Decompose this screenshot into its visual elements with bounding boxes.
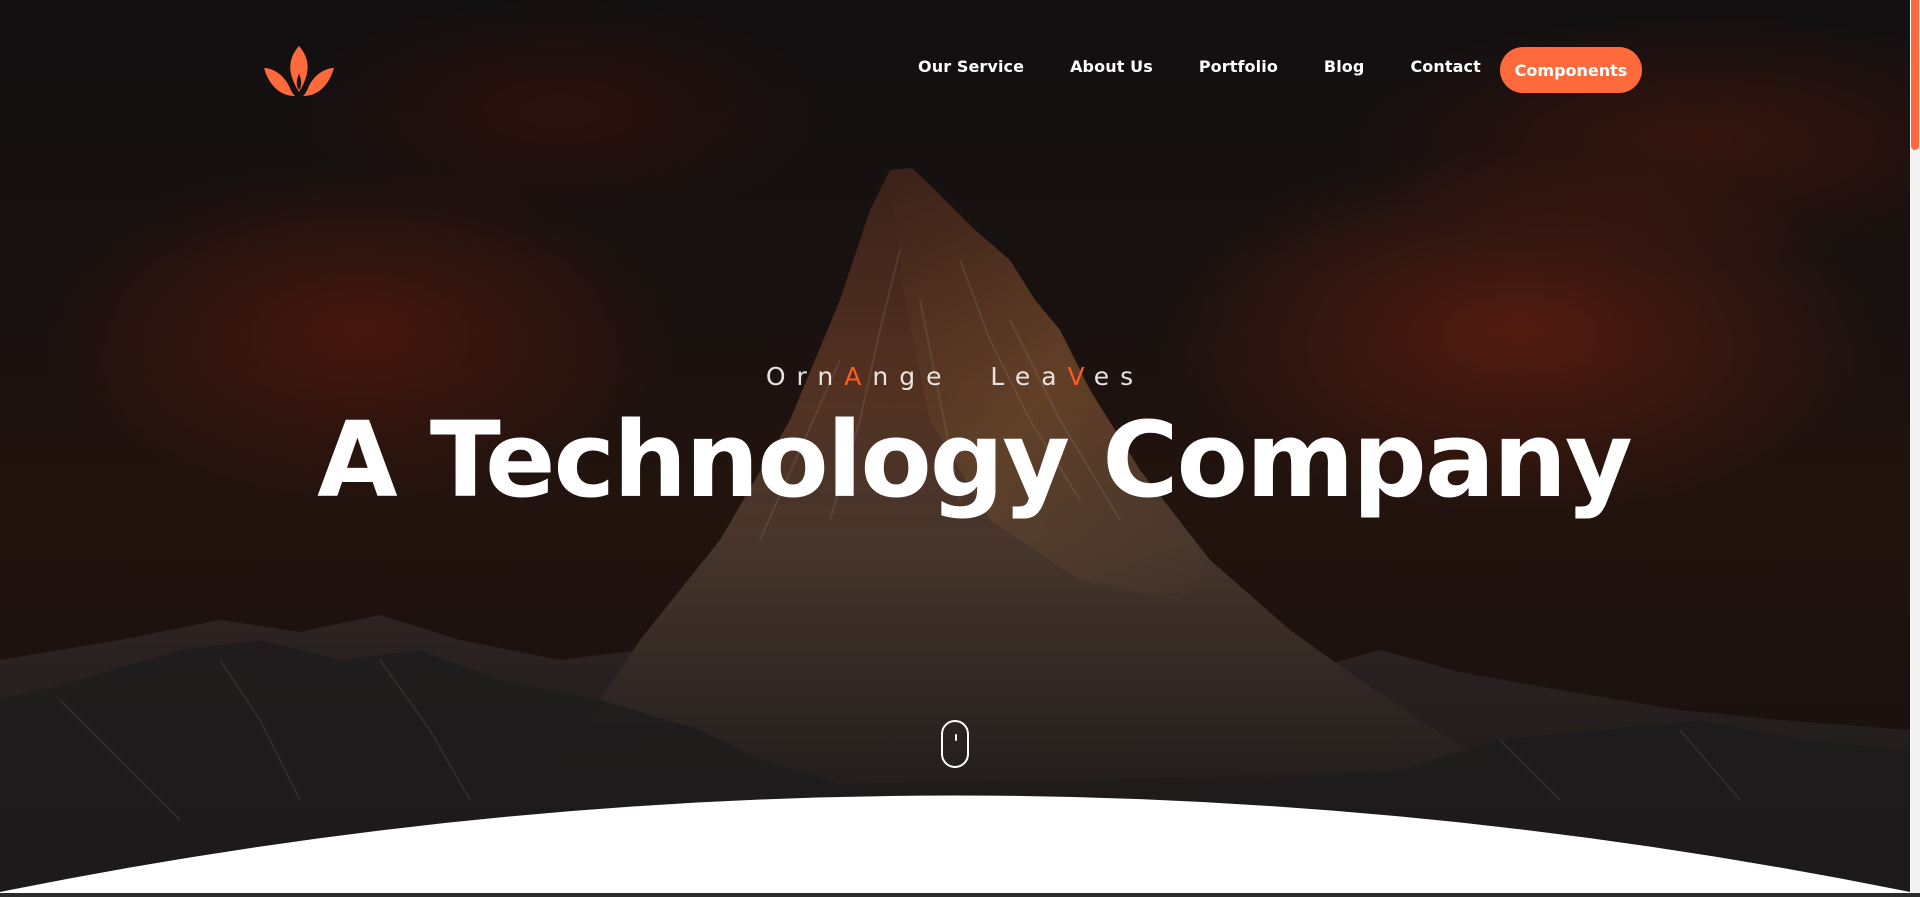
tagline-part: Orn xyxy=(765,362,845,391)
lotus-icon[interactable] xyxy=(262,44,336,98)
scrollbar-thumb[interactable] xyxy=(1911,0,1919,150)
nav-item-portfolio[interactable]: Portfolio xyxy=(1199,57,1278,76)
nav-item-contact[interactable]: Contact xyxy=(1410,57,1480,76)
mouse-wheel xyxy=(955,734,957,741)
tagline-part: nge Lea xyxy=(872,362,1068,391)
main-nav: Our Service About Us Portfolio Blog Cont… xyxy=(918,57,1527,76)
page: Our Service About Us Portfolio Blog Cont… xyxy=(0,0,1920,897)
tagline-part: es xyxy=(1093,362,1145,391)
mouse-scroll-icon[interactable] xyxy=(941,720,969,768)
components-button[interactable]: Components xyxy=(1500,47,1642,93)
tagline-accent-letter: A xyxy=(844,362,873,391)
nav-item-our-service[interactable]: Our Service xyxy=(918,57,1024,76)
hero-headline: A Technology Company xyxy=(317,399,1633,521)
tagline-accent-letter: V xyxy=(1067,362,1094,391)
nav-item-about-us[interactable]: About Us xyxy=(1070,57,1153,76)
hero-tagline: OrnAnge LeaVes xyxy=(0,362,1910,391)
page-scrollbar[interactable] xyxy=(1910,0,1920,897)
hero-section: Our Service About Us Portfolio Blog Cont… xyxy=(0,0,1910,897)
nav-item-blog[interactable]: Blog xyxy=(1324,57,1365,76)
window-bottom-edge xyxy=(0,893,1920,897)
